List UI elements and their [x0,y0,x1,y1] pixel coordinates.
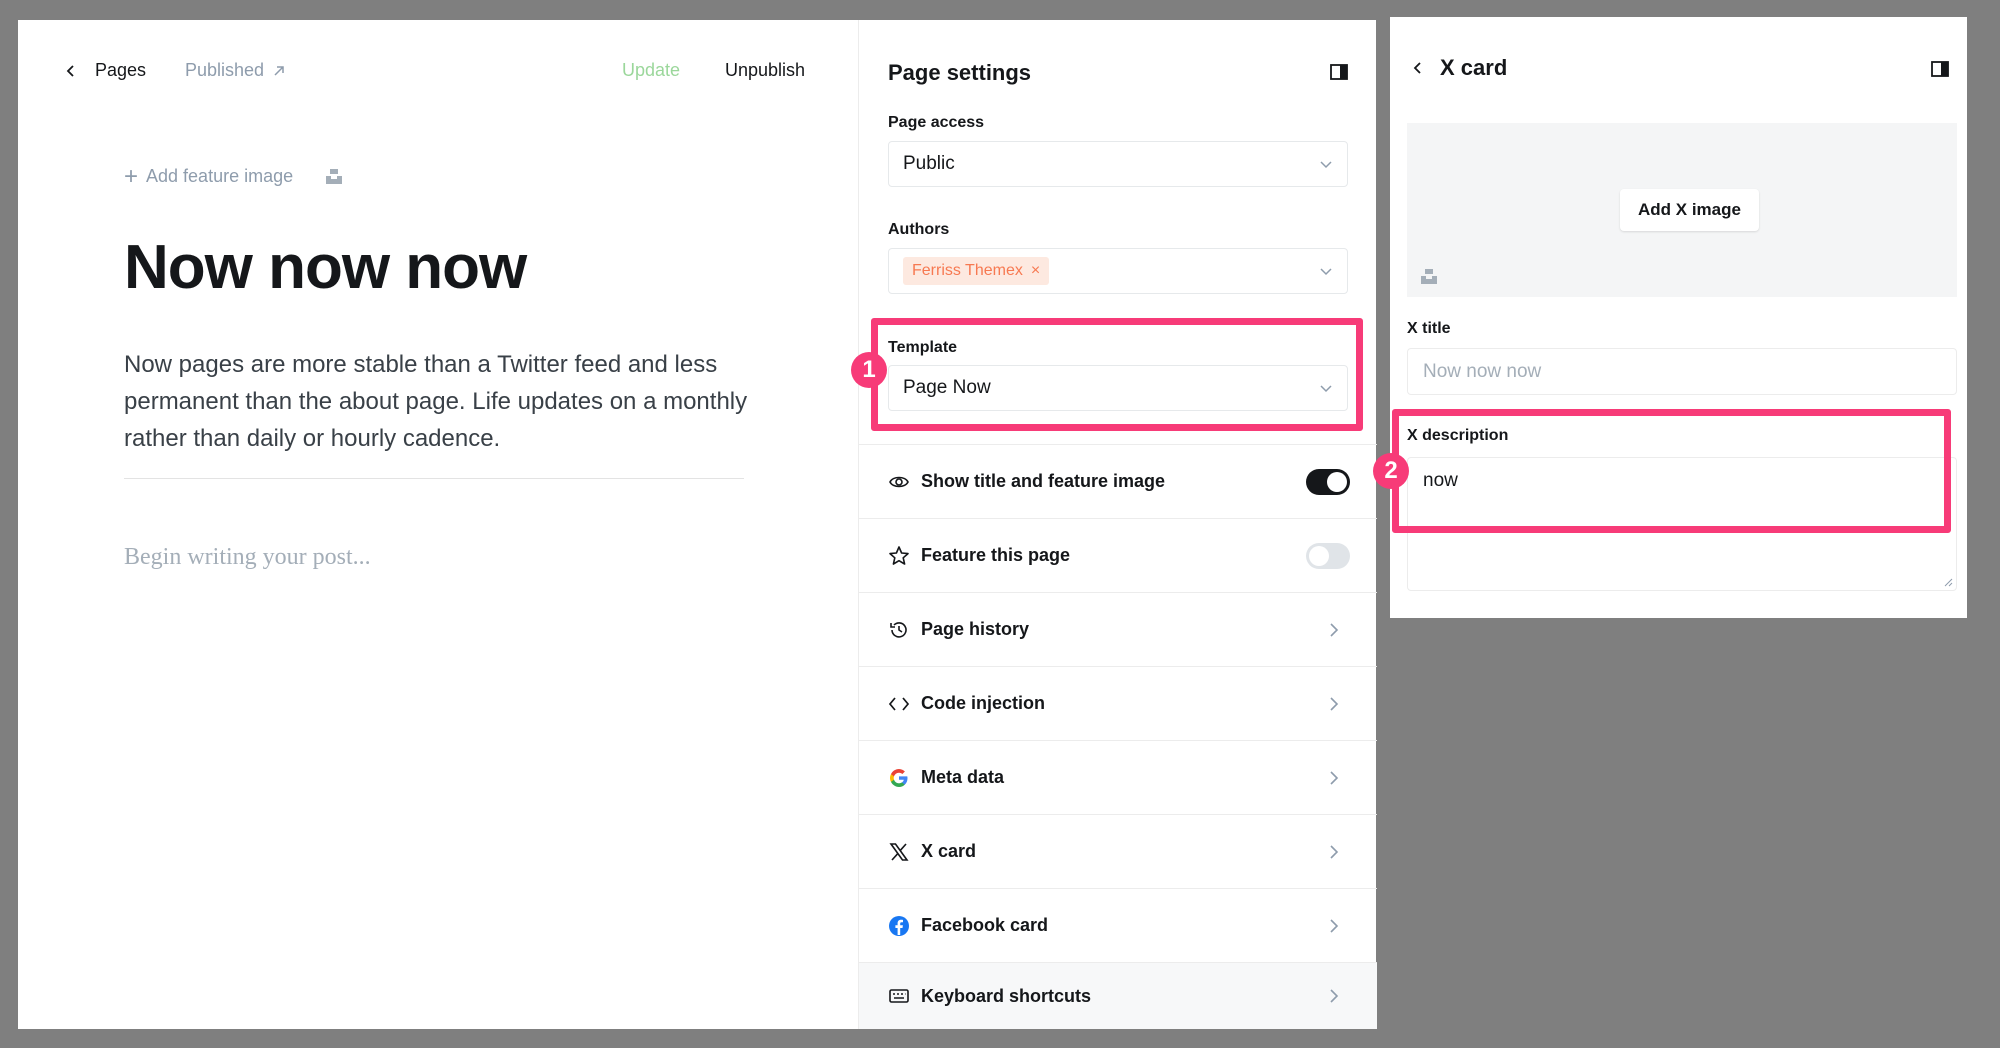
row-label: Page history [921,619,1030,639]
chevron-right-icon [1330,622,1339,637]
authors-label: Authors [888,221,950,238]
chevron-down-icon [1320,161,1332,169]
row-label: Meta data [921,767,1005,787]
add-feature-image-label: Add feature image [146,166,294,186]
row-label: Show title and feature image [921,471,1166,491]
add-feature-image-button[interactable]: + Add feature image [124,162,294,190]
excerpt-divider [124,478,744,479]
show-title-toggle[interactable] [1306,468,1350,495]
x-title-input[interactable]: Now now now [1407,348,1957,395]
row-label: Facebook card [921,915,1049,935]
row-x-card[interactable]: X card [859,814,1377,888]
chevron-down-icon [1320,268,1332,276]
settings-title: Page settings [888,60,1032,85]
row-label: Feature this page [921,545,1071,565]
chevron-left-icon[interactable] [1410,60,1426,76]
keyboard-icon [888,985,910,1007]
x-card-title: X card [1440,55,1508,80]
resize-handle-icon[interactable] [1943,577,1953,587]
unsplash-icon[interactable] [1420,267,1438,285]
row-label: Code injection [921,693,1046,713]
row-page-history[interactable]: Page history [859,592,1377,666]
star-icon [888,545,910,567]
publish-status[interactable]: Published [185,60,286,81]
row-keyboard-shortcuts[interactable]: Keyboard shortcuts [859,962,1377,1029]
page-settings-panel: Page settings Page access Public Authors… [851,20,1377,1029]
post-editor: Pages Published Update Unpublish + Add f… [18,20,858,1029]
step-marker-1: 1 [851,352,887,388]
post-title[interactable]: Now now now [124,232,527,303]
plus-icon: + [124,162,139,190]
feature-page-toggle[interactable] [1306,542,1350,569]
facebook-icon [888,915,910,937]
chevron-right-icon [1330,770,1339,785]
authors-select[interactable]: Ferriss Themex × [888,248,1348,294]
chevron-right-icon [1330,918,1339,933]
post-excerpt[interactable]: Now pages are more stable than a Twitter… [124,346,764,457]
external-link-icon [274,65,284,76]
post-body-placeholder[interactable]: Begin writing your post... [124,544,371,571]
row-code-injection[interactable]: Code injection [859,666,1377,740]
chevron-right-icon [1330,989,1339,1003]
toggle-knob [1309,545,1329,566]
row-meta-data[interactable]: Meta data [859,740,1377,814]
add-x-image-button[interactable]: Add X image [1620,189,1759,231]
row-show-title[interactable]: Show title and feature image [859,444,1377,518]
chevron-left-icon[interactable] [62,62,80,80]
sidebar-toggle-icon[interactable] [1930,59,1950,79]
x-logo-icon [888,841,910,863]
page-access-value: Public [903,153,955,174]
sidebar-toggle-icon[interactable] [1329,62,1349,82]
template-highlight-box [871,318,1363,431]
x-card-panel: X card Add X image X title Now now now X… [1373,17,1967,618]
row-feature-page[interactable]: Feature this page [859,518,1377,592]
page-access-select[interactable]: Public [888,141,1348,187]
unpublish-button[interactable]: Unpublish [725,60,805,81]
author-chip-label: Ferriss Themex [912,262,1023,279]
google-icon [888,767,910,789]
x-image-dropzone[interactable]: Add X image [1407,123,1957,297]
main-window: Pages Published Update Unpublish + Add f… [18,20,1377,1029]
publish-status-label: Published [185,60,265,80]
unsplash-icon[interactable] [325,167,343,185]
chevron-right-icon [1330,696,1339,711]
code-icon [888,693,910,715]
remove-author-icon[interactable]: × [1031,262,1040,280]
toggle-knob [1327,471,1347,492]
row-facebook-card[interactable]: Facebook card [859,888,1377,962]
chevron-right-icon [1330,844,1339,859]
history-icon [888,619,910,641]
x-description-highlight-box [1392,409,1951,533]
row-label: Keyboard shortcuts [921,985,1092,1006]
step-marker-2: 2 [1373,453,1409,489]
update-button[interactable]: Update [622,60,680,81]
row-label: X card [921,841,977,861]
page-access-label: Page access [888,114,985,131]
breadcrumb-pages-link[interactable]: Pages [95,60,146,81]
eye-icon [888,471,910,493]
author-chip[interactable]: Ferriss Themex × [903,257,1050,285]
x-title-label: X title [1407,320,1451,337]
